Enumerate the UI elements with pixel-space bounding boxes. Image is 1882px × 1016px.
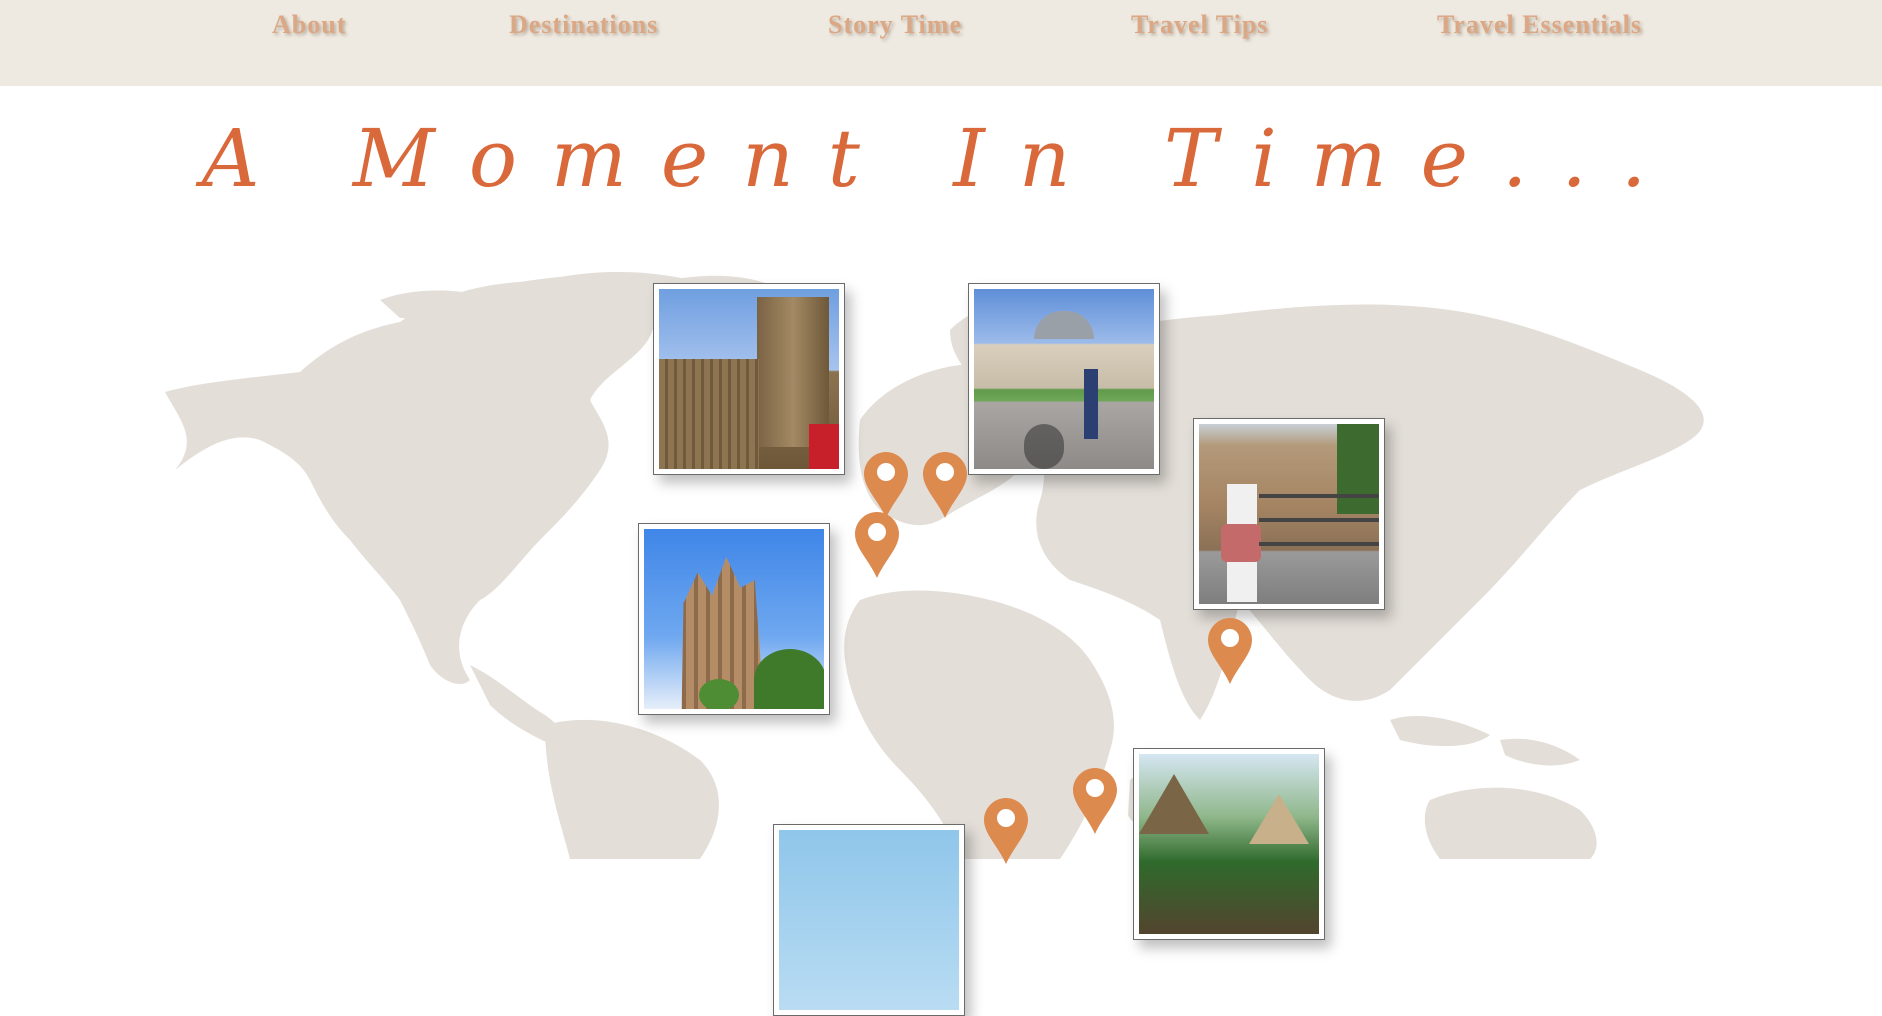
photo-barcelona-sagrada-familia — [644, 529, 824, 709]
map-pin-berlin[interactable] — [923, 452, 967, 518]
photo-frame-india[interactable] — [1193, 418, 1385, 610]
map-indonesia — [1390, 715, 1580, 766]
map-pin-barcelona[interactable] — [855, 512, 899, 578]
photo-tropical-resort — [1139, 754, 1319, 934]
map-pin-east-africa[interactable] — [1073, 768, 1117, 834]
photo-frame-berlin[interactable] — [968, 283, 1160, 475]
photo-frame-london[interactable] — [653, 283, 845, 475]
photo-india-cliffs-woman — [1199, 424, 1379, 604]
map-north-america — [165, 275, 655, 685]
photo-beach-sky — [779, 830, 959, 1010]
map-south-america — [545, 719, 719, 859]
photo-london-parliament — [659, 289, 839, 469]
world-map — [165, 271, 1704, 859]
map-pin-india[interactable] — [1208, 618, 1252, 684]
map-pin-southern-africa[interactable] — [984, 798, 1028, 864]
map-australia — [1424, 787, 1597, 859]
photo-frame-barcelona[interactable] — [638, 523, 830, 715]
photo-frame-resort[interactable] — [1133, 748, 1325, 940]
map-pin-london[interactable] — [864, 452, 908, 518]
photo-berlin-reichstag — [974, 289, 1154, 469]
photo-frame-beach[interactable] — [773, 824, 965, 1016]
